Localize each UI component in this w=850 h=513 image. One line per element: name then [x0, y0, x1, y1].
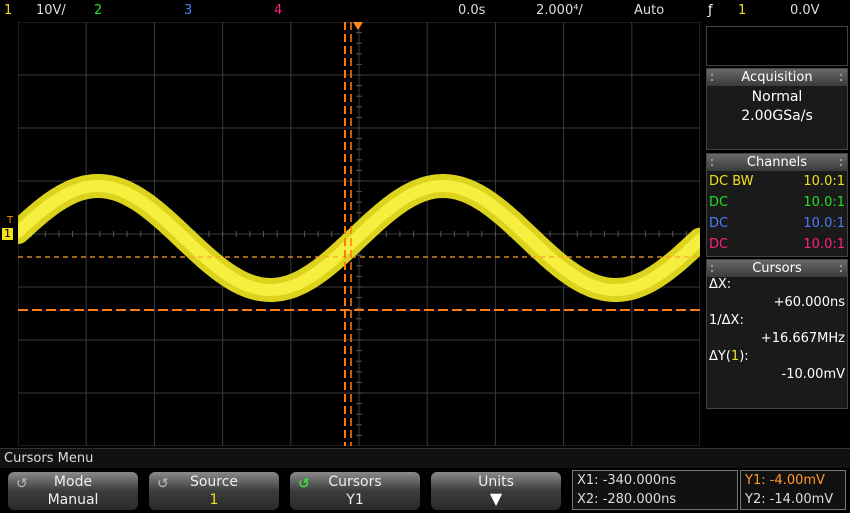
- trigger-slope-icon: ƒ: [708, 3, 713, 18]
- time-scale[interactable]: 2.000⁴/: [536, 3, 583, 18]
- channel-row: DC BW 10.0:1: [707, 171, 847, 192]
- ch2-label[interactable]: 2: [94, 3, 102, 18]
- source-softkey[interactable]: ↺ Source 1: [149, 472, 279, 510]
- mode-softkey[interactable]: ↺ Mode Manual: [8, 472, 138, 510]
- ch1-label[interactable]: 1: [4, 3, 12, 18]
- trigger-level-marker: T: [7, 215, 13, 226]
- channel-coupling: DC: [709, 213, 728, 234]
- trigger-mode[interactable]: Auto: [634, 3, 664, 18]
- y-cursor-readout: Y1: -4.00mV Y2: -14.00mV: [740, 470, 846, 510]
- ch4-label[interactable]: 4: [274, 3, 282, 18]
- delta-x-value: +60.000ns: [707, 295, 847, 313]
- x-cursor-readout: X1: -340.000ns X2: -280.000ns: [572, 470, 738, 510]
- channels-title: Channels: [747, 155, 807, 170]
- acquisition-mode: Normal: [707, 89, 847, 105]
- channel-row: DC 10.0:1: [707, 213, 847, 234]
- units-softkey[interactable]: Units ▼: [431, 472, 561, 510]
- rotate-knob-icon: ↺: [298, 476, 310, 492]
- channel-coupling: DC: [709, 192, 728, 213]
- ch1-scale[interactable]: 10Ⅴ/: [36, 3, 66, 18]
- rotate-knob-icon: ↺: [16, 476, 28, 492]
- inverse-delta-x-label: 1/ΔX:: [707, 313, 847, 331]
- acquisition-panel[interactable]: Acquisition Normal 2.00GSa/s: [706, 68, 848, 150]
- y1-readout: Y1: -4.00mV: [741, 471, 845, 490]
- blank-panel: [706, 26, 848, 66]
- delta-y-label: ΔY(1):: [707, 349, 847, 367]
- cursors-title: Cursors: [752, 261, 802, 276]
- channel-row: DC 10.0:1: [707, 192, 847, 213]
- side-panel: Acquisition Normal 2.00GSa/s Channels DC…: [704, 22, 850, 446]
- cursors-softkey[interactable]: ↺ Cursors Y1: [290, 472, 420, 510]
- channel-coupling: DC BW: [709, 171, 754, 192]
- channel-probe: 10.0:1: [803, 171, 845, 192]
- cursors-panel[interactable]: Cursors ΔX: +60.000ns 1/ΔX: +16.667MHz Δ…: [706, 259, 848, 409]
- channel-coupling: DC: [709, 234, 728, 255]
- rotate-knob-icon: ↺: [157, 476, 169, 492]
- ground-marker: 1: [2, 228, 13, 240]
- y2-readout: Y2: -14.00mV: [741, 490, 845, 509]
- menu-title: Cursors Menu: [0, 448, 850, 468]
- delta-y-value: -10.00mV: [707, 367, 847, 385]
- channel-row: DC 10.0:1: [707, 234, 847, 255]
- status-bar: 1 10Ⅴ/ 2 3 4 0.0s 2.000⁴/ Auto ƒ 1 0.0V: [0, 0, 850, 22]
- channel-probe: 10.0:1: [803, 192, 845, 213]
- trigger-level[interactable]: 0.0V: [790, 3, 820, 18]
- ch3-label[interactable]: 3: [184, 3, 192, 18]
- x1-readout: X1: -340.000ns: [573, 471, 737, 490]
- channels-panel[interactable]: Channels DC BW 10.0:1 DC 10.0:1 DC 10.0:1 DC 10…: [706, 153, 848, 257]
- acquisition-title: Acquisition: [741, 70, 812, 85]
- submenu-arrow-icon: ▼: [431, 492, 561, 506]
- x2-readout: X2: -280.000ns: [573, 490, 737, 509]
- trigger-source[interactable]: 1: [738, 3, 746, 18]
- time-offset[interactable]: 0.0s: [458, 3, 485, 18]
- waveform-display[interactable]: [18, 22, 700, 446]
- delta-x-label: ΔX:: [707, 277, 847, 295]
- channel-probe: 10.0:1: [803, 234, 845, 255]
- inverse-delta-x-value: +16.667MHz: [707, 331, 847, 349]
- channel-probe: 10.0:1: [803, 213, 845, 234]
- sample-rate: 2.00GSa/s: [707, 108, 847, 124]
